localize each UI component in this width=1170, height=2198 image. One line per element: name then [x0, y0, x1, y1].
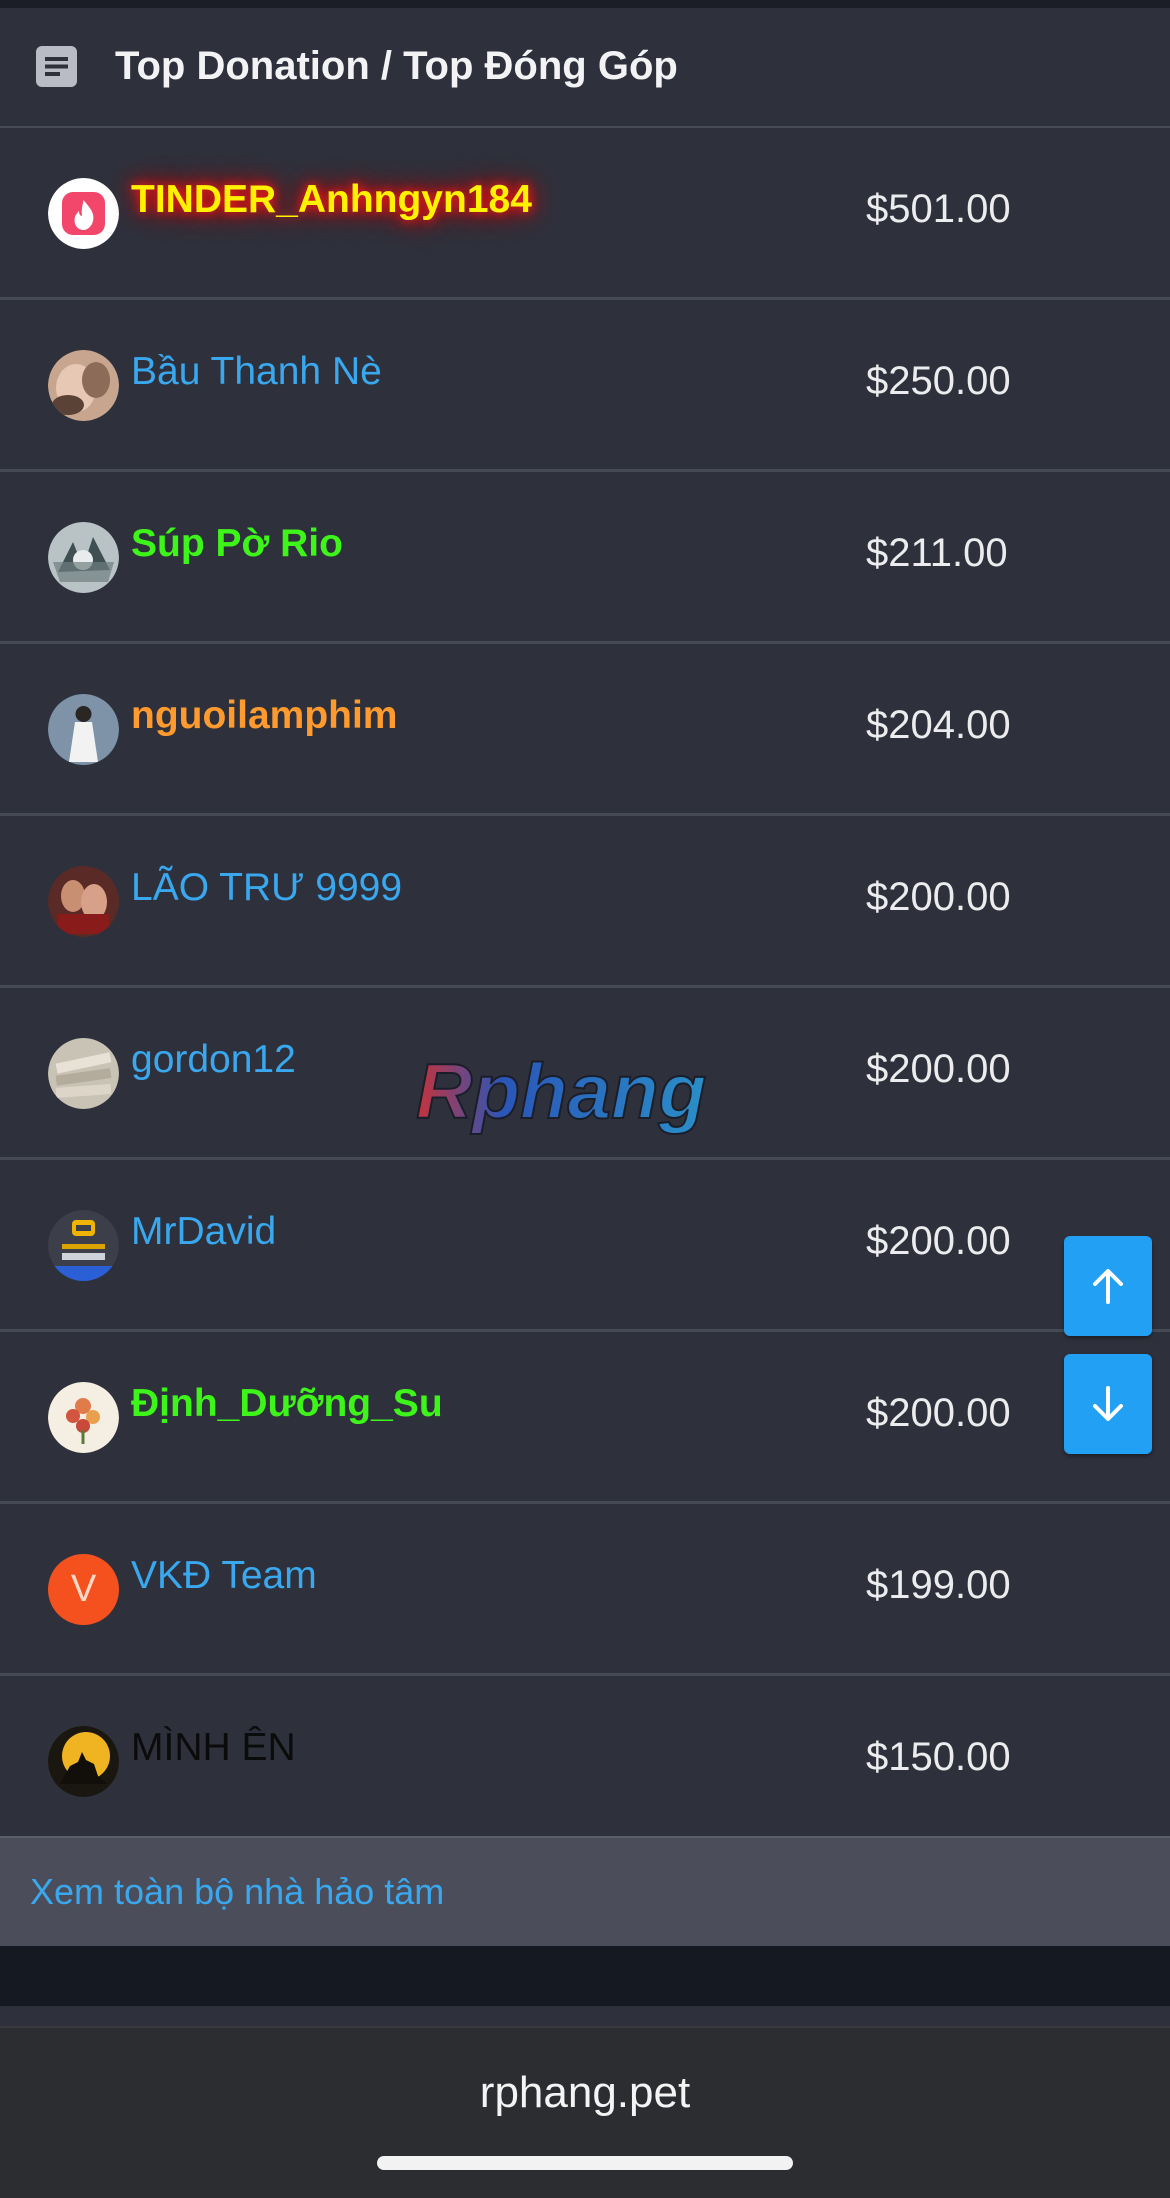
- donation-amount: $150.00: [866, 1735, 1011, 1779]
- url-text[interactable]: rphang.pet: [0, 2068, 1170, 2118]
- arrow-down-icon: [1093, 1386, 1123, 1421]
- floral-avatar[interactable]: [48, 1382, 119, 1453]
- donation-amount: $250.00: [866, 359, 1011, 403]
- banned-badge-avatar[interactable]: [48, 1210, 119, 1281]
- scroll-up-button[interactable]: [1064, 1236, 1152, 1336]
- photo-avatar[interactable]: [48, 1038, 119, 1109]
- donor-name[interactable]: Súp Pờ Rio: [131, 520, 343, 568]
- arrow-up-icon: [1093, 1269, 1123, 1304]
- donor-row[interactable]: TINDER_Anhngyn184 $501.00: [0, 128, 1170, 300]
- donor-name[interactable]: LÃO TRƯ 9999: [131, 864, 402, 912]
- avatar-letter: V: [70, 1568, 97, 1610]
- page-gap: [0, 1946, 1170, 2006]
- donor-row[interactable]: V VKĐ Team $199.00: [0, 1504, 1170, 1676]
- scroll-down-button[interactable]: [1064, 1354, 1152, 1454]
- tinder-logo-avatar[interactable]: [48, 178, 119, 249]
- rphang-watermark-logo: Rphang: [415, 1050, 707, 1136]
- donor-name[interactable]: MrDavid: [131, 1208, 276, 1256]
- home-indicator[interactable]: [377, 2156, 793, 2170]
- view-all-donors-link[interactable]: Xem toàn bộ nhà hảo tâm: [30, 1838, 444, 1946]
- donor-row[interactable]: Súp Pờ Rio $211.00: [0, 472, 1170, 644]
- donor-row[interactable]: Bầu Thanh Nè $250.00: [0, 300, 1170, 472]
- letter-avatar[interactable]: V: [48, 1554, 119, 1625]
- browser-address-bar[interactable]: rphang.pet: [0, 2026, 1170, 2198]
- document-list-icon: [36, 46, 77, 87]
- donation-amount: $200.00: [866, 1391, 1011, 1435]
- page-title: Top Donation / Top Đóng Góp: [115, 44, 678, 88]
- donation-amount: $200.00: [866, 1047, 1011, 1091]
- donation-amount: $501.00: [866, 187, 1011, 231]
- donation-amount: $200.00: [866, 875, 1011, 919]
- photo-avatar[interactable]: [48, 694, 119, 765]
- donation-amount: $211.00: [866, 531, 1008, 575]
- photo-avatar[interactable]: [48, 522, 119, 593]
- donor-name[interactable]: TINDER_Anhngyn184: [131, 176, 532, 224]
- donation-amount: $204.00: [866, 703, 1011, 747]
- photo-avatar[interactable]: [48, 350, 119, 421]
- donor-name[interactable]: nguoilamphim: [131, 692, 398, 740]
- donor-list: TINDER_Anhngyn184 $501.00 Bầu Thanh Nè $…: [0, 128, 1170, 1848]
- donor-name[interactable]: Định_Dưỡng_Su: [131, 1380, 443, 1428]
- top-strip: [0, 0, 1170, 8]
- donor-row[interactable]: MÌNH ÊN $150.00: [0, 1676, 1170, 1848]
- donation-amount: $199.00: [866, 1563, 1011, 1607]
- watermark-text: Rphang: [416, 1050, 706, 1135]
- donation-amount: $200.00: [866, 1219, 1011, 1263]
- donor-row[interactable]: MrDavid $200.00: [0, 1160, 1170, 1332]
- donor-name[interactable]: gordon12: [131, 1036, 296, 1084]
- wolf-moon-avatar[interactable]: [48, 1726, 119, 1797]
- donor-row[interactable]: Định_Dưỡng_Su $200.00: [0, 1332, 1170, 1504]
- donor-row[interactable]: nguoilamphim $204.00: [0, 644, 1170, 816]
- donor-name[interactable]: VKĐ Team: [131, 1552, 317, 1600]
- view-all-bar: Xem toàn bộ nhà hảo tâm: [0, 1836, 1170, 1948]
- photo-avatar[interactable]: [48, 866, 119, 937]
- panel-header: Top Donation / Top Đóng Góp: [0, 8, 1170, 128]
- donor-name[interactable]: Bầu Thanh Nè: [131, 348, 382, 396]
- donor-name[interactable]: MÌNH ÊN: [131, 1724, 296, 1772]
- donor-row[interactable]: LÃO TRƯ 9999 $200.00: [0, 816, 1170, 988]
